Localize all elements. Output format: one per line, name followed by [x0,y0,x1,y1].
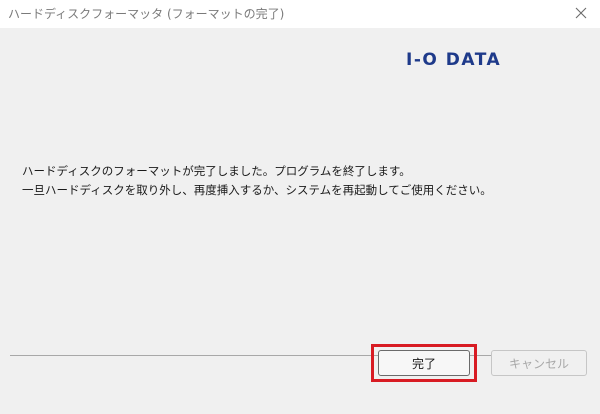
title-bar: ハードディスクフォーマッタ (フォーマットの完了) [0,0,600,28]
message-line-1: ハードディスクのフォーマットが完了しました。プログラムを終了します。 [22,164,411,178]
close-icon [575,7,587,19]
finish-button[interactable]: 完了 [378,350,470,376]
message-line-2: 一旦ハードディスクを取り外し、再度挿入するか、システムを再起動してご使用ください… [22,183,492,197]
io-data-logo: I-O DATA [406,50,501,68]
completion-message: ハードディスクのフォーマットが完了しました。プログラムを終了します。 一旦ハード… [22,162,492,200]
close-button[interactable] [568,0,594,26]
dialog-window: ハードディスクフォーマッタ (フォーマットの完了) I-O DATA ハードディ… [0,0,600,414]
window-title: ハードディスクフォーマッタ (フォーマットの完了) [8,7,285,21]
cancel-button[interactable]: キャンセル [491,350,587,376]
logo-text: I-O DATA [406,50,501,68]
